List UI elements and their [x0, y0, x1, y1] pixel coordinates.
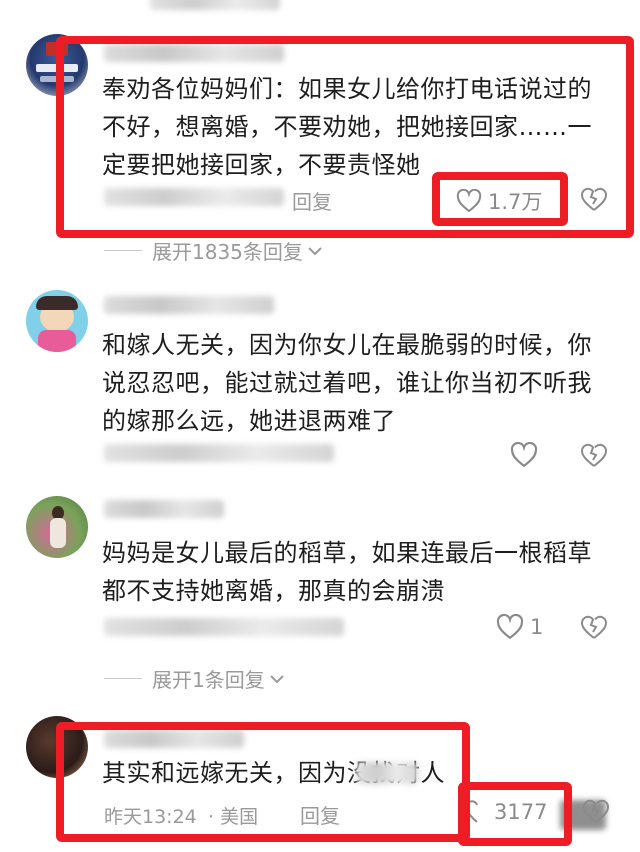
highlight-box-comment [56, 722, 470, 842]
broken-heart-icon[interactable] [580, 614, 608, 640]
meta-blur [104, 618, 344, 636]
meta-blur [104, 444, 334, 462]
expand-replies-button[interactable]: 展开1835条回复 [104, 236, 323, 265]
expand-replies-button[interactable]: 展开1条回复 [104, 664, 285, 693]
chevron-down-icon [269, 673, 285, 685]
username-blur [104, 500, 224, 518]
like-button[interactable]: 1 [496, 614, 543, 640]
divider-line [104, 250, 142, 251]
heart-icon[interactable] [510, 442, 538, 468]
expand-replies-label: 展开1835条回复 [152, 240, 303, 264]
like-count: 1 [530, 615, 544, 639]
avatar[interactable] [26, 290, 88, 352]
avatar[interactable] [26, 496, 88, 558]
highlight-box-likes [432, 172, 568, 226]
comment-text: 和嫁人无关，因为你女儿在最脆弱的时候，你说忍忍吧，能过就过着吧，谁让你当初不听我… [102, 331, 592, 435]
username-blur [104, 296, 274, 314]
broken-heart-icon[interactable] [580, 442, 608, 468]
expand-replies-label: 展开1条回复 [152, 668, 265, 692]
chevron-down-icon [307, 245, 323, 257]
heart-icon [496, 614, 524, 640]
previous-item-blur [150, 0, 280, 10]
broken-heart-icon[interactable] [582, 798, 610, 824]
divider-line [104, 678, 142, 679]
comment-text: 妈妈是女儿最后的稻草，如果连最后一根稻草都不支持她离婚，那真的会崩溃 [102, 539, 592, 605]
highlight-box-likes [458, 782, 572, 846]
